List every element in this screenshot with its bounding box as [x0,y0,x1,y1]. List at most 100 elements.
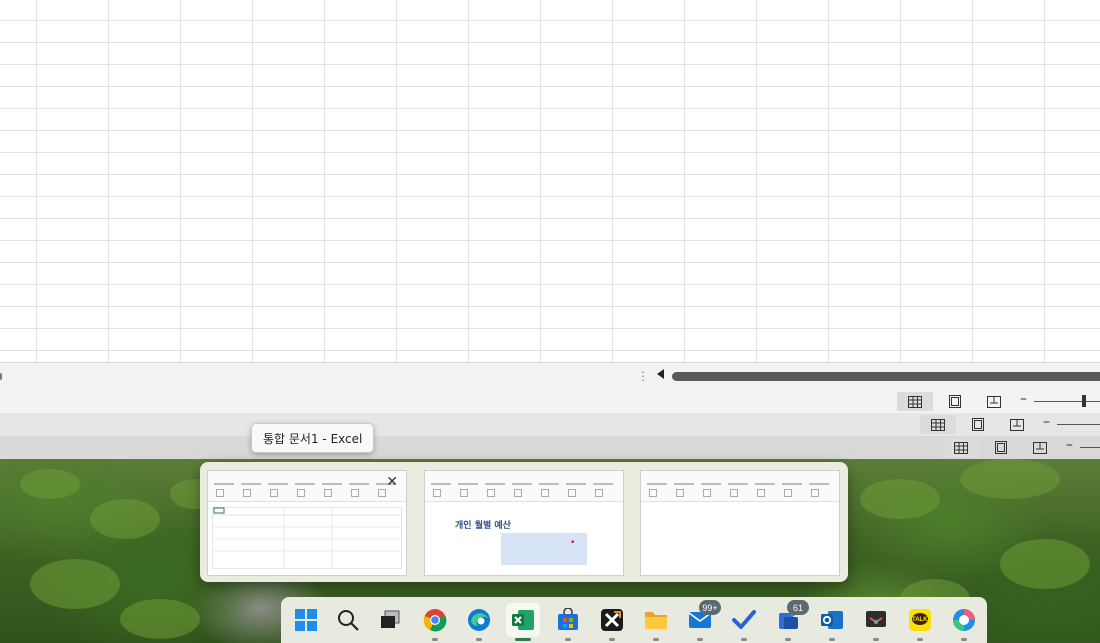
taskbar-mail-button[interactable]: 99+ [683,600,721,641]
ribbon-mini-button [730,489,738,497]
taskbar-copilot-button[interactable] [947,603,981,641]
foliage [860,479,940,519]
row-gridline [0,20,1100,21]
taskbar-start-button[interactable] [289,603,323,637]
taskbar-store-button[interactable] [551,603,585,641]
windows-start-icon [295,609,317,631]
zoom-slider[interactable] [1057,424,1100,425]
row-gridline [0,262,1100,263]
running-indicator [961,638,967,641]
horizontal-scrollbar[interactable]: ⋮ [0,362,1100,391]
column-gridline [756,0,757,362]
row-gridline [0,284,1100,285]
row-gridline [0,64,1100,65]
running-indicator [917,638,923,641]
zoom-out-button[interactable]: – [1020,391,1027,407]
chrome-icon [423,608,447,632]
zoom-slider[interactable] [1080,447,1100,448]
foliage [90,499,160,539]
taskbar-app-x-button[interactable] [595,603,629,641]
taskbar-edge-button[interactable] [462,603,496,641]
ribbon-mini-button [703,489,711,497]
ribbon-mini-line [214,483,234,485]
scroll-left-arrow-icon[interactable] [657,369,664,379]
folder-icon [644,609,668,631]
search-icon [337,609,359,631]
task-view-icon [379,609,401,631]
running-indicator [565,638,571,641]
window-preview-budget[interactable]: 개인 월별 예산 ▪ [424,470,624,576]
budget-negative-value: ▪ [571,539,575,545]
ribbon-mini-line [782,483,802,485]
page-layout-view-button[interactable] [937,392,973,411]
row-gridline [0,86,1100,87]
taskbar-excel-button[interactable] [506,603,540,641]
budget-summary-block [501,533,587,565]
taskbar-chrome-button[interactable] [418,603,452,641]
column-gridline [396,0,397,362]
taskbar-file-explorer-button[interactable] [639,603,673,641]
scroll-left-edge [0,373,2,380]
ribbon-mini-line [566,483,586,485]
window-preview-blank[interactable]: ✕ [207,470,407,576]
notification-badge: 61 [787,600,809,615]
ribbon-mini-line [241,483,261,485]
column-gridline [468,0,469,362]
x-app-icon [600,608,624,632]
taskbar-snipping-button[interactable] [859,603,893,641]
ribbon-mini-line [458,483,478,485]
taskbar-kakaotalk-button[interactable]: TALK [903,603,937,641]
row-gridline [0,174,1100,175]
ribbon-mini-button [514,489,522,497]
taskbar: 99+ 61 TALK [281,597,987,643]
taskbar-todo-button[interactable] [727,603,761,641]
scrollbar-thumb[interactable] [672,372,1100,381]
row-gridline [0,108,1100,109]
ribbon-mini-button [351,489,359,497]
zoom-slider[interactable] [1034,401,1100,402]
ribbon-mini-button [378,489,386,497]
splitter-handle-icon[interactable]: ⋮ [637,369,649,383]
row-gridline [0,42,1100,43]
taskbar-task-view-button[interactable] [373,603,407,637]
column-gridline [684,0,685,362]
running-indicator [476,638,482,641]
microsoft-store-icon [556,608,580,632]
kakaotalk-label: TALK [912,617,928,623]
ribbon-mini-line [431,483,451,485]
page-layout-view-button[interactable] [960,415,996,434]
row-gridline [0,196,1100,197]
window-tooltip: 통합 문서1 - Excel [251,423,375,453]
spreadsheet-grid[interactable] [0,0,1100,362]
ribbon-mini-line [512,483,532,485]
taskbar-search-button[interactable] [331,603,365,637]
normal-view-button[interactable] [943,438,979,457]
row-gridline [0,130,1100,131]
ribbon-mini-button [784,489,792,497]
page-break-view-button[interactable] [976,392,1012,411]
sheet-mini [212,507,402,569]
page-layout-view-button[interactable] [983,438,1019,457]
edge-icon [467,608,491,632]
taskbar-teams-button[interactable]: 61 [771,600,809,641]
row-gridline [0,328,1100,329]
running-indicator [697,638,703,641]
zoom-out-button[interactable]: – [1043,414,1050,430]
page-break-view-button[interactable] [999,415,1035,434]
taskbar-outlook-button[interactable] [815,603,849,641]
row-gridline [0,350,1100,351]
window-preview-third[interactable] [640,470,840,576]
ribbon-mini [425,471,623,502]
normal-view-button[interactable] [897,392,933,411]
close-preview-icon[interactable]: ✕ [386,474,398,490]
ribbon-mini-button [433,489,441,497]
status-bar-window-3: – [0,436,1100,460]
zoom-slider-knob[interactable] [1082,395,1086,407]
zoom-out-button[interactable]: – [1066,437,1073,453]
column-gridline [972,0,973,362]
page-break-view-button[interactable] [1022,438,1058,457]
ribbon-mini-button [487,489,495,497]
ribbon-mini-line [674,483,694,485]
normal-view-button[interactable] [920,415,956,434]
ribbon-mini-button [270,489,278,497]
